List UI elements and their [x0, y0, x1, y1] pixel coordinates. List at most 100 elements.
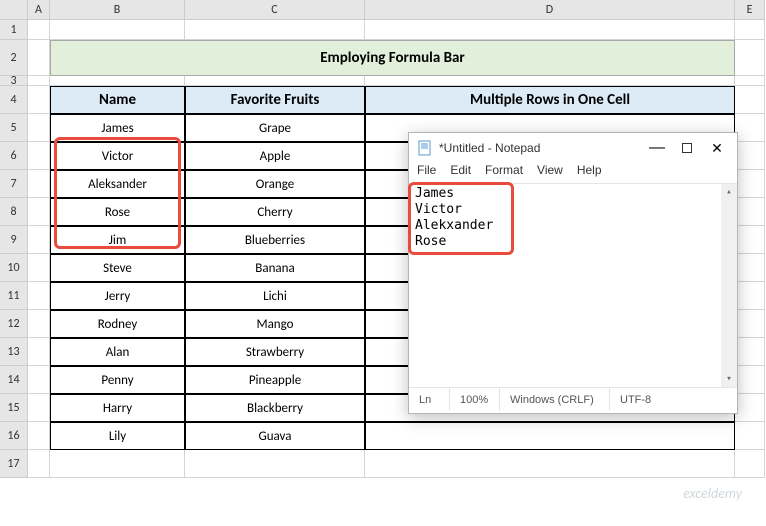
cell[interactable]	[735, 422, 765, 450]
cell-fruit[interactable]: Lichi	[185, 282, 365, 310]
cell[interactable]	[28, 254, 50, 282]
cell-fruit[interactable]: Guava	[185, 422, 365, 450]
scroll-up-icon[interactable]: ▴	[721, 184, 737, 200]
cell[interactable]	[50, 450, 185, 478]
row-header[interactable]: 4	[0, 86, 28, 114]
cell[interactable]	[735, 394, 765, 422]
cell[interactable]	[28, 198, 50, 226]
cell[interactable]	[365, 20, 735, 40]
cell[interactable]	[735, 76, 765, 86]
col-header-a[interactable]: A	[28, 0, 50, 20]
cell[interactable]	[735, 226, 765, 254]
col-header-b[interactable]: B	[50, 0, 185, 20]
row-header[interactable]: 8	[0, 198, 28, 226]
menu-view[interactable]: View	[537, 163, 563, 183]
cell-name[interactable]: Aleksander	[50, 170, 185, 198]
cell[interactable]	[735, 40, 765, 76]
cell[interactable]	[28, 20, 50, 40]
menu-format[interactable]: Format	[485, 163, 523, 183]
row-header[interactable]: 9	[0, 226, 28, 254]
header-multi[interactable]: Multiple Rows in One Cell	[365, 86, 735, 114]
menu-help[interactable]: Help	[577, 163, 602, 183]
row-header[interactable]: 16	[0, 422, 28, 450]
cell[interactable]	[365, 76, 735, 86]
cell[interactable]	[28, 282, 50, 310]
cell[interactable]	[365, 450, 735, 478]
title-cell[interactable]: Employing Formula Bar	[50, 40, 735, 76]
row-header[interactable]: 11	[0, 282, 28, 310]
cell[interactable]	[735, 198, 765, 226]
row-header[interactable]: 5	[0, 114, 28, 142]
cell[interactable]	[28, 76, 50, 86]
cell[interactable]	[28, 40, 50, 76]
col-header-d[interactable]: D	[365, 0, 735, 20]
cell[interactable]	[28, 338, 50, 366]
row-header[interactable]: 12	[0, 310, 28, 338]
cell[interactable]	[735, 254, 765, 282]
cell-multi[interactable]	[365, 422, 735, 450]
cell[interactable]	[735, 338, 765, 366]
cell-name[interactable]: Jerry	[50, 282, 185, 310]
col-header-e[interactable]: E	[735, 0, 765, 20]
notepad-textarea[interactable]: James Victor Alekxander Rose ▴ ▾	[409, 183, 737, 387]
cell[interactable]	[735, 170, 765, 198]
cell[interactable]	[28, 170, 50, 198]
row-header[interactable]: 10	[0, 254, 28, 282]
cell[interactable]	[28, 226, 50, 254]
col-header-c[interactable]: C	[185, 0, 365, 20]
cell[interactable]	[28, 422, 50, 450]
cell[interactable]	[28, 310, 50, 338]
cell-name[interactable]: Steve	[50, 254, 185, 282]
menu-edit[interactable]: Edit	[450, 163, 471, 183]
cell[interactable]	[735, 450, 765, 478]
scroll-down-icon[interactable]: ▾	[721, 371, 737, 387]
row-header[interactable]: 17	[0, 450, 28, 478]
row-header[interactable]: 3	[0, 76, 28, 86]
header-fruits[interactable]: Favorite Fruits	[185, 86, 365, 114]
cell-fruit[interactable]: Banana	[185, 254, 365, 282]
cell-fruit[interactable]: Apple	[185, 142, 365, 170]
row-header[interactable]: 15	[0, 394, 28, 422]
cell[interactable]	[28, 450, 50, 478]
minimize-button[interactable]: —	[651, 142, 663, 154]
cell-name[interactable]: Alan	[50, 338, 185, 366]
cell-name[interactable]: Lily	[50, 422, 185, 450]
header-name[interactable]: Name	[50, 86, 185, 114]
cell[interactable]	[735, 310, 765, 338]
row-header[interactable]: 1	[0, 20, 28, 40]
cell-name[interactable]: Rose	[50, 198, 185, 226]
cell[interactable]	[185, 20, 365, 40]
select-all-corner[interactable]	[0, 0, 28, 20]
cell[interactable]	[28, 142, 50, 170]
cell-name[interactable]: Penny	[50, 366, 185, 394]
row-header[interactable]: 13	[0, 338, 28, 366]
row-header[interactable]: 14	[0, 366, 28, 394]
cell[interactable]	[735, 114, 765, 142]
cell-fruit[interactable]: Grape	[185, 114, 365, 142]
menu-file[interactable]: File	[417, 163, 436, 183]
cell[interactable]	[735, 20, 765, 40]
cell[interactable]	[28, 114, 50, 142]
cell[interactable]	[28, 366, 50, 394]
cell[interactable]	[28, 86, 50, 114]
cell[interactable]	[735, 142, 765, 170]
cell[interactable]	[735, 282, 765, 310]
cell-fruit[interactable]: Mango	[185, 310, 365, 338]
notepad-titlebar[interactable]: *Untitled - Notepad — ✕	[409, 133, 737, 163]
cell[interactable]	[735, 366, 765, 394]
cell[interactable]	[185, 76, 365, 86]
cell-fruit[interactable]: Orange	[185, 170, 365, 198]
cell[interactable]	[185, 450, 365, 478]
row-header[interactable]: 6	[0, 142, 28, 170]
cell-fruit[interactable]: Blackberry	[185, 394, 365, 422]
cell-name[interactable]: Jim	[50, 226, 185, 254]
cell[interactable]	[50, 20, 185, 40]
cell[interactable]	[735, 86, 765, 114]
cell-fruit[interactable]: Strawberry	[185, 338, 365, 366]
cell-name[interactable]: Victor	[50, 142, 185, 170]
maximize-button[interactable]	[681, 142, 693, 154]
cell-name[interactable]: James	[50, 114, 185, 142]
cell-name[interactable]: Harry	[50, 394, 185, 422]
row-header[interactable]: 7	[0, 170, 28, 198]
cell[interactable]	[28, 394, 50, 422]
